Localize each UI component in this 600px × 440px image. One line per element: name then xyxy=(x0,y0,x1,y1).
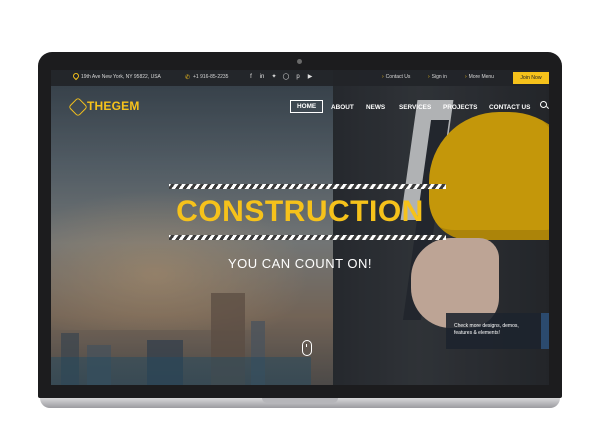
instagram-icon[interactable]: ◯ xyxy=(282,73,290,81)
hero-headline: CONSTRUCTION xyxy=(176,195,424,228)
join-now-button[interactable]: Join Now xyxy=(513,72,549,84)
topbar-link-signin[interactable]: › Sign in xyxy=(428,74,447,80)
topbar-link-label: Sign in xyxy=(431,74,447,80)
topbar-link-contact[interactable]: › Contact Us xyxy=(382,74,410,80)
address-text: 19th Ave New York, NY 95822, USA xyxy=(81,74,161,80)
twitter-icon[interactable]: ✦ xyxy=(270,73,278,81)
website-screen: 19th Ave New York, NY 95822, USA ✆ +1 91… xyxy=(51,70,549,385)
hazard-stripe-bottom xyxy=(169,235,446,240)
nav-services[interactable]: SERVICES xyxy=(399,104,431,111)
promo-side-tab[interactable] xyxy=(541,313,549,349)
logo-text: THEGEM xyxy=(87,99,140,113)
nav-projects[interactable]: PROJECTS xyxy=(443,104,477,111)
chevron-right-icon: › xyxy=(465,74,467,80)
location-pin-icon xyxy=(71,71,81,81)
hazard-stripe-top xyxy=(169,184,446,189)
nav-home[interactable]: HOME xyxy=(290,100,324,113)
scroll-mouse-icon[interactable] xyxy=(302,340,312,356)
linkedin-icon[interactable]: in xyxy=(258,73,266,81)
facebook-icon[interactable]: f xyxy=(247,73,255,81)
laptop-frame: 19th Ave New York, NY 95822, USA ✆ +1 91… xyxy=(38,52,562,398)
nav-news[interactable]: NEWS xyxy=(366,104,385,111)
search-icon[interactable] xyxy=(540,101,547,108)
phone-text[interactable]: +1 916-85-2235 xyxy=(193,74,228,80)
camera-dot xyxy=(297,59,302,64)
youtube-icon[interactable]: ▶ xyxy=(306,73,314,81)
laptop-notch xyxy=(262,398,338,403)
nav-about[interactable]: ABOUT xyxy=(331,104,354,111)
topbar-link-more[interactable]: › More Menu xyxy=(465,74,494,80)
topbar-link-label: Contact Us xyxy=(385,74,411,80)
pinterest-icon[interactable]: p xyxy=(294,73,302,81)
promo-text: Check more designs, demos, features & el… xyxy=(454,323,519,336)
phone-icon: ✆ xyxy=(185,75,191,81)
nav-contact-us[interactable]: CONTACT US xyxy=(489,104,530,111)
chevron-right-icon: › xyxy=(382,74,384,80)
topbar-link-label: More Menu xyxy=(468,74,494,80)
promo-box[interactable]: Check more designs, demos, features & el… xyxy=(446,313,541,349)
top-bar: 19th Ave New York, NY 95822, USA ✆ +1 91… xyxy=(51,70,549,86)
hero-tagline: YOU CAN COUNT ON! xyxy=(227,256,373,271)
chevron-right-icon: › xyxy=(428,74,430,80)
